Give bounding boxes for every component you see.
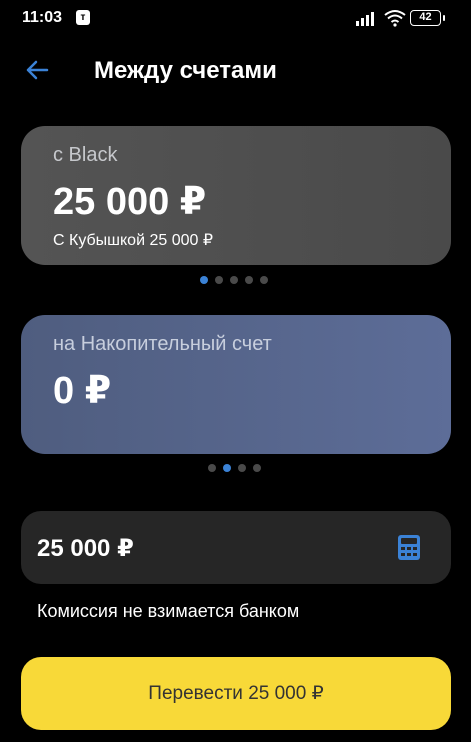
- wifi-icon: [384, 10, 406, 27]
- pager-dot[interactable]: [238, 464, 246, 472]
- transfer-button[interactable]: Перевести 25 000 ₽: [21, 657, 451, 730]
- destination-account-card[interactable]: на Накопительный счет 0 ₽: [21, 315, 451, 454]
- pager-dot[interactable]: [208, 464, 216, 472]
- back-button[interactable]: [20, 52, 56, 88]
- commission-note: Комиссия не взимается банком: [37, 601, 300, 621]
- source-account-label: с Black: [53, 144, 118, 166]
- transfer-button-label: Перевести 25 000 ₽: [148, 683, 324, 704]
- transfer-amount-input[interactable]: 25 000 ₽: [21, 511, 451, 584]
- pager-dot[interactable]: [253, 464, 261, 472]
- pager-dot[interactable]: [245, 276, 253, 284]
- battery-icon: 42: [410, 10, 445, 26]
- app-notification-icon: т: [76, 10, 90, 25]
- destination-account-label: на Накопительный счет: [53, 333, 272, 355]
- pager-dot[interactable]: [215, 276, 223, 284]
- source-account-balance: 25 000 ₽: [53, 181, 207, 223]
- pager-dot[interactable]: [200, 276, 208, 284]
- status-time: 11:03: [22, 9, 63, 26]
- pager-dot[interactable]: [223, 464, 231, 472]
- arrow-left-icon: [26, 60, 49, 80]
- destination-account-balance: 0 ₽: [53, 370, 112, 412]
- pager-dot[interactable]: [230, 276, 238, 284]
- signal-icon: [356, 12, 374, 26]
- calculator-icon[interactable]: [397, 534, 421, 561]
- source-account-subtitle: С Кубышкой 25 000 ₽: [53, 232, 214, 249]
- transfer-amount-value: 25 000 ₽: [37, 535, 134, 562]
- destination-card-pager: [208, 464, 261, 472]
- pager-dot[interactable]: [260, 276, 268, 284]
- source-card-pager: [200, 276, 268, 284]
- page-title: Между счетами: [94, 57, 277, 84]
- source-account-card[interactable]: с Black 25 000 ₽ С Кубышкой 25 000 ₽: [21, 126, 451, 265]
- status-bar: 11:03 т 42: [0, 0, 471, 36]
